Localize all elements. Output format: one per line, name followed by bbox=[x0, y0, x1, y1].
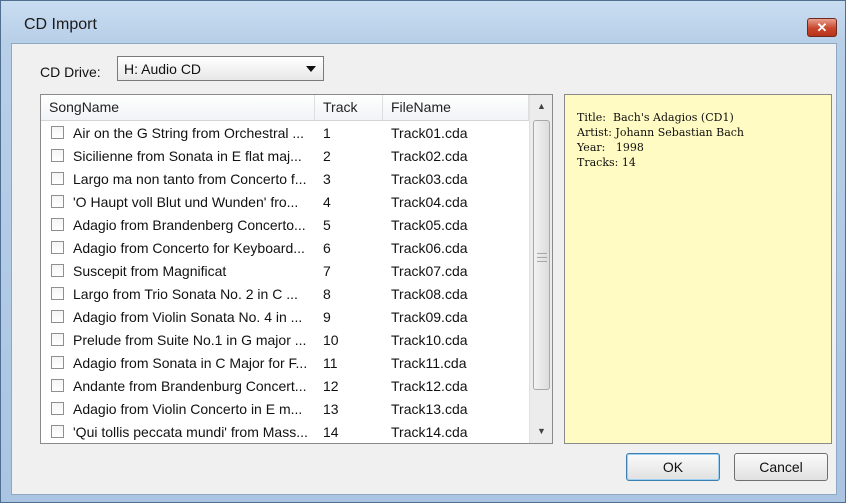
info-title-line: Title: Bach's Adagios (CD1) bbox=[577, 111, 734, 124]
track-number: 10 bbox=[323, 332, 339, 348]
track-songname: Adagio from Sonata in C Major for F... bbox=[73, 355, 308, 371]
track-checkbox[interactable] bbox=[51, 264, 64, 277]
column-header-filename[interactable]: FileName bbox=[383, 95, 529, 120]
track-filename: Track13.cda bbox=[391, 401, 468, 417]
close-button[interactable]: ✕ bbox=[807, 18, 837, 37]
track-checkbox[interactable] bbox=[51, 310, 64, 323]
track-number: 12 bbox=[323, 378, 339, 394]
scrollbar-thumb[interactable]: — — — bbox=[533, 120, 550, 390]
track-rows: Air on the G String from Orchestral ... 1… bbox=[41, 122, 529, 443]
track-number: 3 bbox=[323, 171, 331, 187]
track-row[interactable]: Andante from Brandenburg Concert... 12 Tra… bbox=[41, 375, 529, 398]
dialog-body: CD Drive: H: Audio CD SongName Track Fil… bbox=[11, 43, 837, 495]
info-year-line: Year: 1998 bbox=[577, 141, 644, 154]
track-row[interactable]: Adagio from Violin Sonata No. 4 in ... 9 T… bbox=[41, 306, 529, 329]
track-checkbox[interactable] bbox=[51, 287, 64, 300]
column-header-songname[interactable]: SongName bbox=[41, 95, 315, 120]
title-bar[interactable]: CD Import ✕ bbox=[1, 1, 846, 41]
close-icon: ✕ bbox=[816, 20, 828, 35]
track-row[interactable]: 'Qui tollis peccata mundi' from Mass... 1… bbox=[41, 421, 529, 443]
track-checkbox[interactable] bbox=[51, 149, 64, 162]
info-tracks-line: Tracks: 14 bbox=[577, 156, 636, 169]
scroll-down-button[interactable]: ▼ bbox=[533, 423, 550, 440]
track-number: 14 bbox=[323, 424, 339, 440]
column-header-track[interactable]: Track bbox=[315, 95, 383, 120]
track-number: 9 bbox=[323, 309, 331, 325]
track-row[interactable]: Suscepit from Magnificat 7 Track07.cda bbox=[41, 260, 529, 283]
track-checkbox[interactable] bbox=[51, 172, 64, 185]
track-songname: 'Qui tollis peccata mundi' from Mass... bbox=[73, 424, 308, 440]
scroll-up-button[interactable]: ▲ bbox=[533, 98, 550, 115]
track-songname: Air on the G String from Orchestral ... bbox=[73, 125, 305, 141]
track-number: 2 bbox=[323, 148, 331, 164]
track-filename: Track04.cda bbox=[391, 194, 468, 210]
info-artist-line: Artist: Johann Sebastian Bach bbox=[577, 126, 745, 139]
window-title: CD Import bbox=[24, 16, 97, 33]
track-songname: Prelude from Suite No.1 in G major ... bbox=[73, 332, 307, 348]
track-songname: Adagio from Violin Concerto in E m... bbox=[73, 401, 303, 417]
track-number: 1 bbox=[323, 125, 331, 141]
track-checkbox[interactable] bbox=[51, 126, 64, 139]
track-songname: Adagio from Brandenberg Concerto... bbox=[73, 217, 306, 233]
track-checkbox[interactable] bbox=[51, 379, 64, 392]
track-row[interactable]: Sicilienne from Sonata in E flat maj... 2… bbox=[41, 145, 529, 168]
cd-drive-label: CD Drive: bbox=[40, 64, 101, 80]
track-row[interactable]: Adagio from Concerto for Keyboard... 6 Tra… bbox=[41, 237, 529, 260]
track-checkbox[interactable] bbox=[51, 333, 64, 346]
track-number: 6 bbox=[323, 240, 331, 256]
track-filename: Track01.cda bbox=[391, 125, 468, 141]
track-row[interactable]: Largo ma non tanto from Concerto f... 3 Tr… bbox=[41, 168, 529, 191]
cancel-button[interactable]: Cancel bbox=[734, 453, 828, 481]
track-filename: Track05.cda bbox=[391, 217, 468, 233]
track-list-scrollbar[interactable]: ▲ — — — ▼ bbox=[529, 95, 552, 443]
track-number: 4 bbox=[323, 194, 331, 210]
track-filename: Track07.cda bbox=[391, 263, 468, 279]
chevron-down-icon bbox=[306, 66, 316, 72]
track-row[interactable]: Adagio from Brandenberg Concerto... 5 Trac… bbox=[41, 214, 529, 237]
track-checkbox[interactable] bbox=[51, 425, 64, 438]
scrollbar-grip-icon: — — — bbox=[537, 248, 547, 267]
track-number: 8 bbox=[323, 286, 331, 302]
track-songname: Andante from Brandenburg Concert... bbox=[73, 378, 307, 394]
track-checkbox[interactable] bbox=[51, 195, 64, 208]
track-checkbox[interactable] bbox=[51, 241, 64, 254]
track-number: 11 bbox=[323, 355, 338, 371]
track-row[interactable]: Adagio from Sonata in C Major for F... 11… bbox=[41, 352, 529, 375]
track-filename: Track11.cda bbox=[391, 355, 467, 371]
cd-import-dialog: CD Import ✕ CD Drive: H: Audio CD SongNa… bbox=[0, 0, 846, 503]
track-list-header: SongName Track FileName bbox=[41, 95, 529, 121]
track-filename: Track06.cda bbox=[391, 240, 468, 256]
track-row[interactable]: Largo from Trio Sonata No. 2 in C ... 8 Tr… bbox=[41, 283, 529, 306]
track-filename: Track03.cda bbox=[391, 171, 468, 187]
track-list[interactable]: SongName Track FileName Air on the G Str… bbox=[40, 94, 553, 444]
track-songname: Sicilienne from Sonata in E flat maj... bbox=[73, 148, 302, 164]
cd-drive-dropdown[interactable]: H: Audio CD bbox=[117, 56, 324, 81]
track-checkbox[interactable] bbox=[51, 356, 64, 369]
track-checkbox[interactable] bbox=[51, 218, 64, 231]
track-number: 7 bbox=[323, 263, 331, 279]
track-filename: Track10.cda bbox=[391, 332, 468, 348]
track-songname: Adagio from Concerto for Keyboard... bbox=[73, 240, 305, 256]
track-row[interactable]: Prelude from Suite No.1 in G major ... 10… bbox=[41, 329, 529, 352]
track-filename: Track14.cda bbox=[391, 424, 468, 440]
track-number: 13 bbox=[323, 401, 339, 417]
track-row[interactable]: Air on the G String from Orchestral ... 1… bbox=[41, 122, 529, 145]
track-filename: Track02.cda bbox=[391, 148, 468, 164]
cd-drive-selected-value: H: Audio CD bbox=[124, 61, 202, 77]
track-filename: Track09.cda bbox=[391, 309, 468, 325]
ok-button[interactable]: OK bbox=[626, 453, 720, 481]
track-row[interactable]: 'O Haupt voll Blut und Wunden' fro... 4 Tr… bbox=[41, 191, 529, 214]
track-number: 5 bbox=[323, 217, 331, 233]
track-row[interactable]: Adagio from Violin Concerto in E m... 13 T… bbox=[41, 398, 529, 421]
track-filename: Track12.cda bbox=[391, 378, 468, 394]
track-filename: Track08.cda bbox=[391, 286, 468, 302]
track-songname: Adagio from Violin Sonata No. 4 in ... bbox=[73, 309, 303, 325]
track-songname: 'O Haupt voll Blut und Wunden' fro... bbox=[73, 194, 299, 210]
track-songname: Largo from Trio Sonata No. 2 in C ... bbox=[73, 286, 298, 302]
track-checkbox[interactable] bbox=[51, 402, 64, 415]
track-songname: Largo ma non tanto from Concerto f... bbox=[73, 171, 307, 187]
track-songname: Suscepit from Magnificat bbox=[73, 263, 227, 279]
cd-info-panel: Title: Bach's Adagios (CD1) Artist: Joha… bbox=[564, 94, 832, 444]
